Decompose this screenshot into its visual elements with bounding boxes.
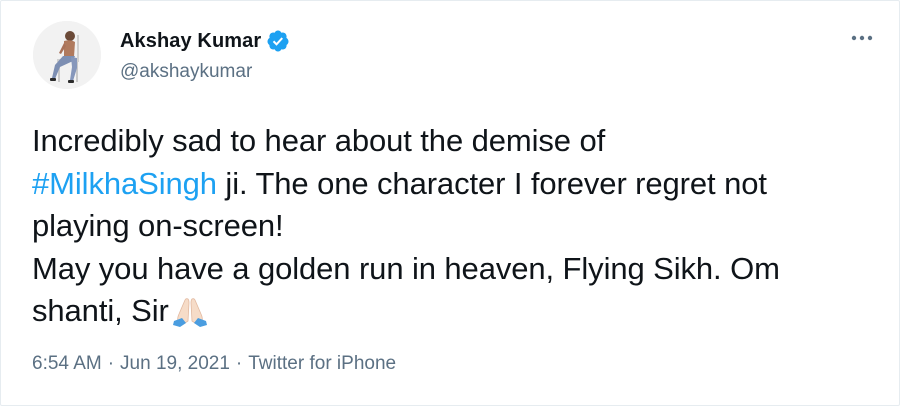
more-options-button[interactable] [847,28,877,48]
more-options-icon [851,35,873,41]
meta-separator: · [235,353,243,374]
tweet-card: Akshay Kumar @akshaykumar Incredibly sad… [0,0,900,406]
tweet-line-3: playing on-screen! [32,208,284,243]
tweet-time[interactable]: 6:54 AM [32,353,102,375]
tweet-line-2-text: ji. The one character I forever regret n… [216,165,767,201]
tweet-line-2: #MilkhaSingh ji. The one character I for… [32,163,882,206]
tweet-text: Incredibly sad to hear about the demise … [32,120,882,339]
tweet-line-4: May you have a golden run in heaven, Fly… [32,250,780,286]
meta-separator: · [107,353,115,374]
avatar[interactable] [33,21,101,89]
tweet-meta: 6:54 AM · Jun 19, 2021 · Twitter for iPh… [32,353,396,375]
author-display-name[interactable]: Akshay Kumar [120,30,261,53]
tweet-line-5-text: shanti, Sir [32,293,169,328]
tweet-date[interactable]: Jun 19, 2021 [120,353,230,375]
verified-badge-icon [266,29,290,53]
tweet-line-5: shanti, Sir [32,290,882,339]
author-name-row[interactable]: Akshay Kumar [120,28,290,54]
tweet-source[interactable]: Twitter for iPhone [248,353,396,375]
hashtag-link[interactable]: #MilkhaSingh [32,166,217,201]
tweet-line-1: Incredibly sad to hear about the demise … [32,123,606,158]
author-handle[interactable]: @akshaykumar [120,61,252,83]
avatar-image [33,21,101,89]
folded-hands-emoji-icon [172,296,208,339]
